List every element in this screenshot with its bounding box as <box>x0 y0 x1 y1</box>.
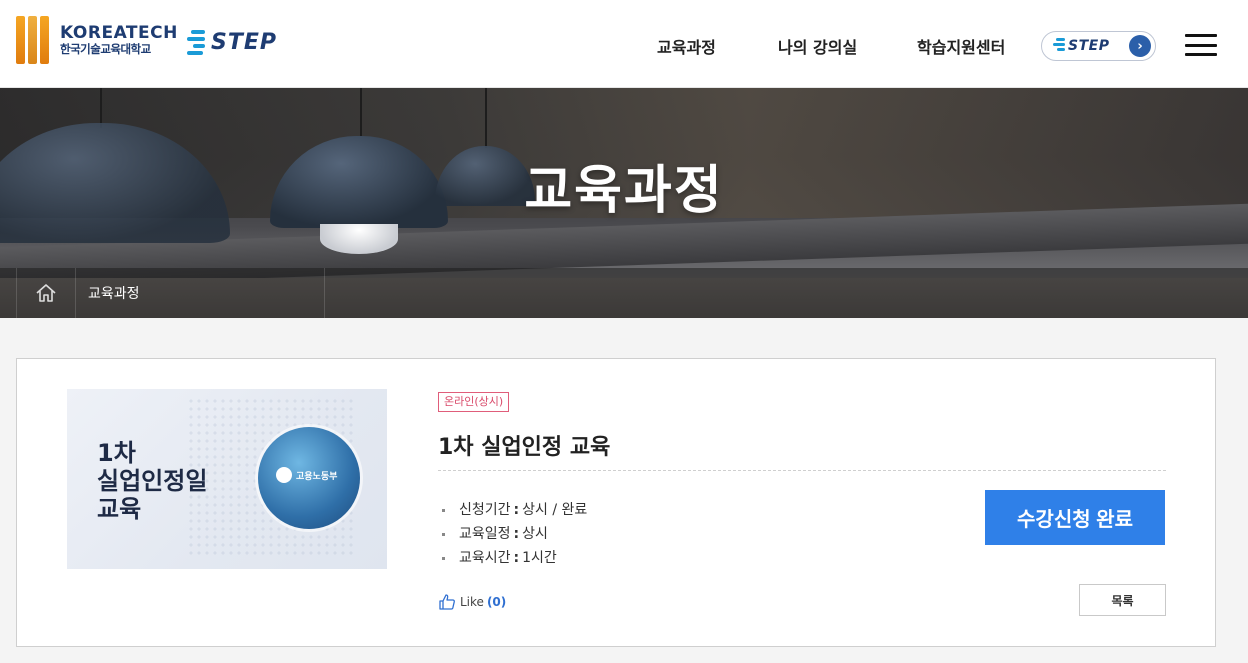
thumbs-up-icon <box>439 594 455 610</box>
course-card: 1차 실업인정일 교육 고용노동부 온라인(상시) 1차 실업인정 교육 신청기… <box>16 358 1216 647</box>
logo-name: KOREATECH <box>60 23 178 43</box>
info-item: 신청기간: 상시 / 완료 <box>442 498 587 522</box>
step-logo-icon <box>185 28 207 56</box>
nav-courses[interactable]: 교육과정 <box>657 34 716 58</box>
course-thumbnail: 1차 실업인정일 교육 고용노동부 <box>67 389 387 569</box>
home-icon[interactable] <box>16 268 76 318</box>
banner-title: 교육과정 <box>524 161 724 221</box>
thumbnail-badge-label: 고용노동부 <box>296 472 338 482</box>
step-logo-icon <box>1052 37 1066 55</box>
koreatech-emblem-icon <box>16 16 52 64</box>
step-logo-text: STEP <box>211 29 278 55</box>
hamburger-menu-icon[interactable] <box>1185 34 1217 56</box>
breadcrumb: 교육과정 <box>0 268 1248 318</box>
info-item: 교육시간:1시간 <box>442 546 587 570</box>
course-info-list: 신청기간: 상시 / 완료 교육일정: 상시 교육시간:1시간 <box>442 498 587 570</box>
apply-complete-button[interactable]: 수강신청 완료 <box>985 490 1165 545</box>
logo-subtitle: 한국기술교육대학교 <box>60 42 151 56</box>
breadcrumb-courses[interactable]: 교육과정 <box>76 268 325 318</box>
thumbnail-title: 1차 실업인정일 교육 <box>97 439 208 523</box>
page-banner: 교육과정 교육과정 <box>0 88 1248 318</box>
course-title: 1차 실업인정 교육 <box>438 435 611 460</box>
nav-learning-support[interactable]: 학습지원센터 <box>917 34 1005 58</box>
site-header: KOREATECH 한국기술교육대학교 STEP 교육과정 나의 강의실 학습지… <box>0 0 1248 88</box>
list-button[interactable]: 목록 <box>1079 584 1166 616</box>
government-seal-icon <box>276 467 292 483</box>
like-button[interactable]: Like (0) <box>438 593 506 611</box>
koreatech-logo[interactable]: KOREATECH 한국기술교육대학교 <box>16 16 178 64</box>
course-type-tag: 온라인(상시) <box>438 392 510 412</box>
divider <box>438 470 1166 471</box>
info-item: 교육일정: 상시 <box>442 522 587 546</box>
arrow-right-icon: › <box>1129 35 1151 57</box>
ministry-badge: 고용노동부 <box>258 427 360 529</box>
nav-my-classroom[interactable]: 나의 강의실 <box>778 34 857 58</box>
step-logo[interactable]: STEP <box>185 26 277 58</box>
step-link-button[interactable]: STEP › <box>1041 31 1156 61</box>
like-count: (0) <box>486 595 507 609</box>
step-pill-label: STEP <box>1068 38 1110 54</box>
like-label: Like <box>460 595 484 609</box>
